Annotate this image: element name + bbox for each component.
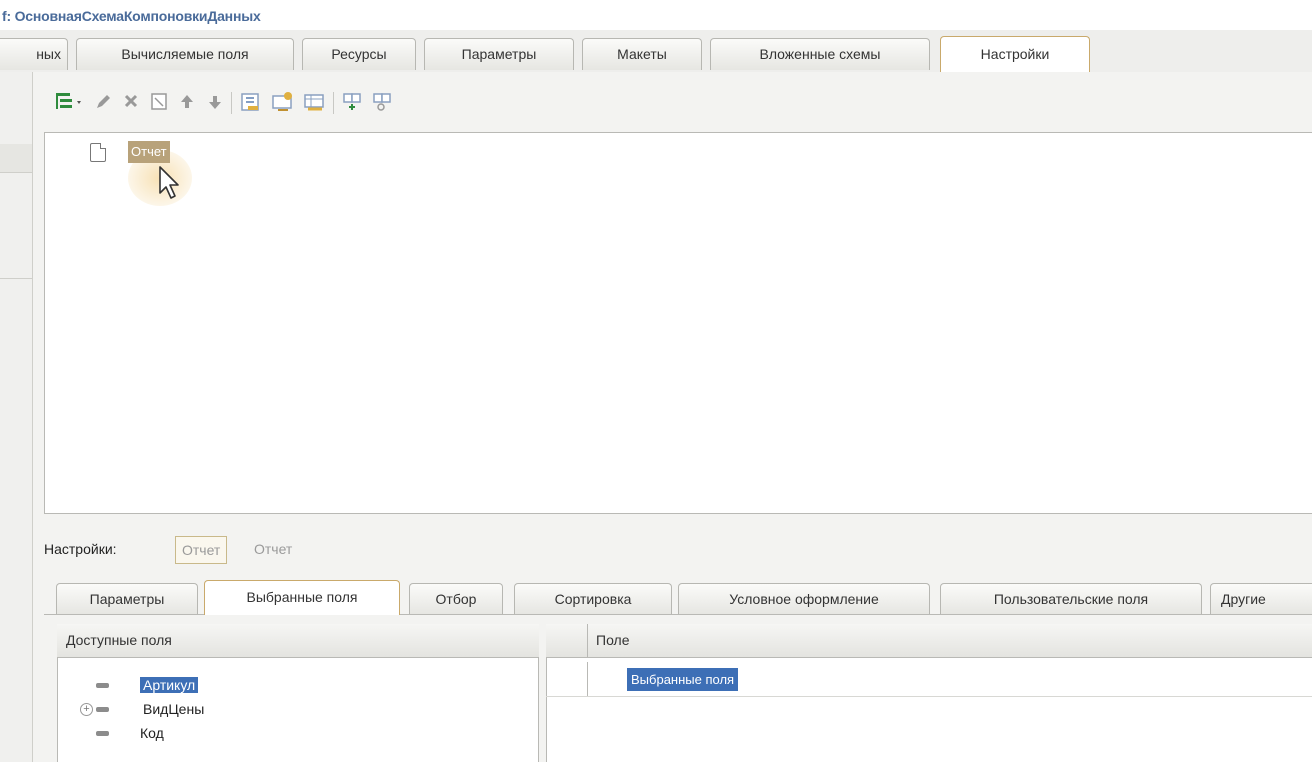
tab-data-sets[interactable]: ных (0, 38, 68, 70)
tab-calculated-fields[interactable]: Вычисляемые поля (76, 38, 294, 70)
schema-tabs: ных Вычисляемые поля Ресурсы Параметры М… (0, 30, 1312, 73)
move-down-icon[interactable] (202, 88, 228, 116)
toolbar-separator (231, 92, 232, 114)
window-title: f: ОсновнаяСхемаКомпоновкиДанных (2, 8, 261, 24)
settings-tabs: Параметры Выбранные поля Отбор Сортировк… (44, 578, 1312, 615)
move-up-icon[interactable] (174, 88, 200, 116)
report-node-icon (90, 143, 106, 162)
field-icon (96, 731, 109, 736)
detail-records-icon[interactable] (268, 88, 298, 116)
tab-resources[interactable]: Ресурсы (302, 38, 416, 70)
available-fields-header: Доступные поля (57, 624, 539, 658)
mouse-pointer-icon (158, 165, 182, 206)
tab-templates[interactable]: Макеты (582, 38, 702, 70)
edit-icon[interactable] (90, 88, 116, 116)
left-panel-divider (0, 278, 32, 279)
add-structure-icon[interactable] (52, 88, 86, 116)
field-item[interactable]: + ВидЦены (80, 697, 204, 721)
selected-fields-group[interactable]: Выбранные поля (627, 668, 739, 691)
tab-order[interactable]: Сортировка (514, 583, 672, 614)
structure-tree[interactable] (44, 132, 1312, 514)
tab-selected-fields[interactable]: Выбранные поля (204, 580, 400, 615)
field-item[interactable]: Код (96, 721, 164, 745)
selected-fields-header (546, 624, 1312, 658)
settings-report-text: Отчет (254, 541, 293, 557)
left-panel-header (0, 144, 32, 173)
expand-icon[interactable]: + (80, 703, 93, 716)
tab-parameters[interactable]: Параметры (424, 38, 574, 70)
group-icon[interactable] (236, 88, 266, 116)
left-panel (0, 72, 33, 762)
settings-label: Настройки: (44, 541, 117, 557)
delete-icon[interactable] (118, 88, 144, 116)
tab-other[interactable]: Другие (1210, 583, 1312, 614)
tree-node-report[interactable]: Отчет (128, 141, 170, 163)
tab-params[interactable]: Параметры (56, 583, 198, 614)
toolbar-separator (333, 92, 334, 114)
properties-icon[interactable] (146, 88, 172, 116)
field-label: Код (140, 725, 164, 741)
tab-nested-schemas[interactable]: Вложенные схемы (710, 38, 930, 70)
nested-report-icon[interactable] (368, 88, 396, 116)
settings-report-button[interactable]: Отчет (175, 536, 228, 564)
chart-icon[interactable] (338, 88, 366, 116)
table-icon[interactable] (300, 88, 330, 116)
field-icon (96, 707, 109, 712)
tab-settings[interactable]: Настройки (940, 36, 1090, 72)
field-label: ВидЦены (143, 701, 205, 717)
tab-user-fields[interactable]: Пользовательские поля (940, 583, 1202, 614)
field-icon (96, 683, 109, 688)
tab-filter[interactable]: Отбор (409, 583, 503, 614)
field-item[interactable]: Артикул (96, 673, 199, 697)
tab-conditional-appearance[interactable]: Условное оформление (678, 583, 930, 614)
field-label: Артикул (140, 677, 199, 693)
field-column-header[interactable]: Поле (587, 624, 630, 658)
row-gutter (546, 662, 588, 696)
